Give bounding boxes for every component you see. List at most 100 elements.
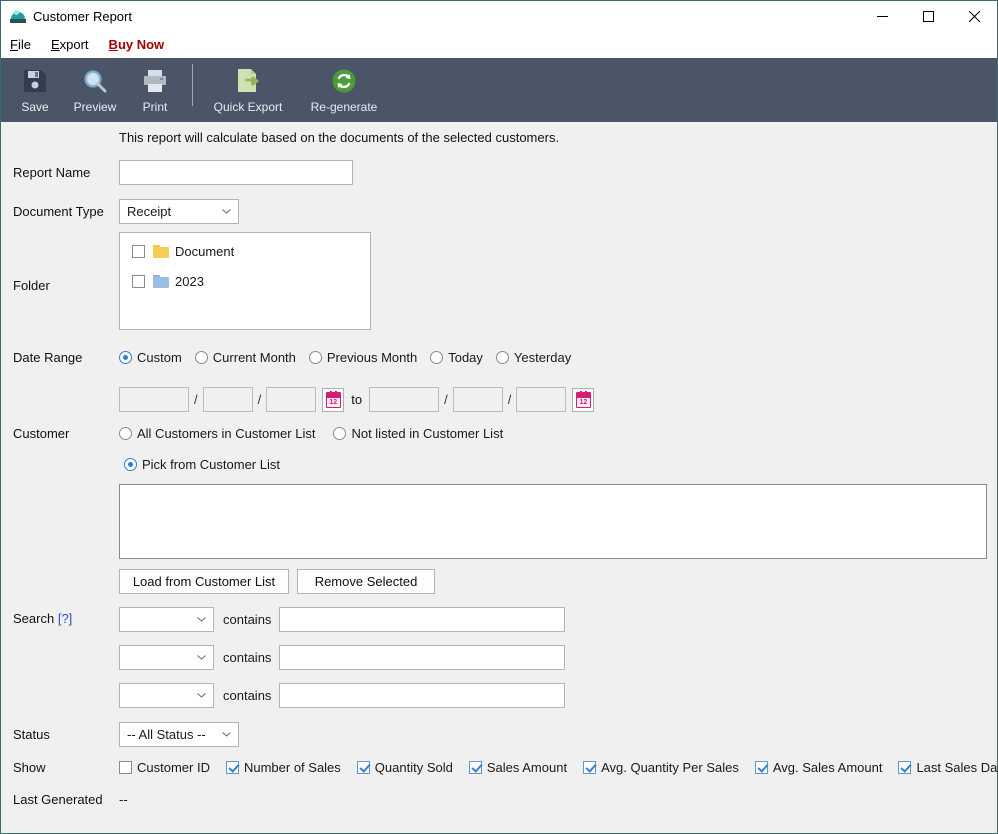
date-range-option-label: Today — [448, 350, 483, 365]
checkbox-icon — [119, 761, 132, 774]
chevron-down-icon — [222, 731, 231, 737]
customer-list-box[interactable] — [119, 484, 987, 559]
date-separator: / — [257, 392, 262, 407]
calendar-icon: 12 — [575, 390, 591, 408]
date-separator: / — [194, 392, 198, 407]
toolbar-save-label: Save — [21, 100, 49, 114]
toolbar-quick-export-button[interactable]: Quick Export — [200, 58, 296, 122]
show-option-customer-id[interactable]: Customer ID — [119, 760, 210, 775]
radio-icon — [194, 351, 208, 364]
customer-option-pick[interactable]: Pick from Customer List — [124, 457, 280, 472]
customer-option-label: Pick from Customer List — [142, 457, 280, 472]
date-to-part2-input[interactable] — [452, 387, 503, 412]
folder-tree-item[interactable]: Document — [120, 239, 370, 263]
date-to-part1-input[interactable] — [369, 387, 440, 412]
folder-icon — [153, 244, 169, 258]
folder-tree-item[interactable]: 2023 — [120, 269, 370, 293]
date-to-part3-input[interactable] — [516, 387, 567, 412]
menu-item-export[interactable]: Export — [51, 35, 99, 54]
radio-icon — [430, 351, 444, 364]
toolbar-preview-button[interactable]: Preview — [65, 58, 125, 122]
search-field-select[interactable] — [119, 645, 214, 670]
search-row: contains — [119, 683, 997, 708]
status-select[interactable]: -- All Status -- — [119, 722, 239, 747]
toolbar-preview-label: Preview — [73, 100, 117, 114]
show-option-avg-sales-amount[interactable]: Avg. Sales Amount — [754, 760, 882, 775]
search-value-input[interactable] — [279, 683, 566, 708]
menu-bar: File Export Buy Now — [1, 32, 997, 58]
show-option-last-sales-date[interactable]: Last Sales Date — [898, 760, 998, 775]
folder-item-label: 2023 — [175, 273, 204, 289]
show-option-sales-amount[interactable]: Sales Amount — [468, 760, 567, 775]
show-option-label: Number of Sales — [243, 760, 341, 775]
date-range-option-today[interactable]: Today — [430, 350, 483, 365]
close-button[interactable] — [951, 1, 997, 32]
report-form: This report will calculate based on the … — [1, 122, 998, 833]
date-from-part3-input[interactable] — [266, 387, 317, 412]
search-operator-label: contains — [223, 612, 272, 627]
toolbar-save-button[interactable]: Save — [5, 58, 65, 122]
folder-checkbox[interactable] — [132, 274, 145, 288]
show-option-quantity-sold[interactable]: Quantity Sold — [356, 760, 453, 775]
checkbox-icon — [583, 761, 597, 774]
search-label-text: Search — [13, 611, 55, 626]
checkbox-icon — [356, 761, 370, 774]
date-range-option-previous-month[interactable]: Previous Month — [308, 350, 418, 365]
calendar-day: 12 — [579, 398, 588, 406]
report-name-input[interactable] — [119, 160, 353, 185]
show-option-number-of-sales[interactable]: Number of Sales — [225, 760, 341, 775]
printer-icon — [138, 64, 172, 98]
window-controls — [859, 1, 997, 32]
load-from-customer-list-button[interactable]: Load from Customer List — [119, 569, 289, 594]
radio-icon — [119, 427, 132, 440]
search-value-input[interactable] — [279, 607, 566, 632]
chevron-down-icon — [197, 616, 206, 622]
customer-option-not-listed[interactable]: Not listed in Customer List — [333, 426, 503, 441]
maximize-button[interactable] — [905, 1, 951, 32]
document-type-select[interactable]: Receipt — [119, 199, 239, 224]
date-separator: / — [507, 392, 512, 407]
magnifier-icon — [78, 64, 112, 98]
folder-item-label: Document — [175, 243, 235, 259]
date-range-option-label: Previous Month — [326, 350, 418, 365]
chevron-down-icon — [197, 654, 206, 660]
remove-selected-button[interactable]: Remove Selected — [297, 569, 435, 594]
folder-checkbox[interactable] — [132, 244, 145, 258]
toolbar-regenerate-label: Re-generate — [310, 100, 378, 114]
toolbar: Save Preview Print Quick Export Re-gener… — [1, 58, 997, 122]
search-field-select[interactable] — [119, 683, 214, 708]
date-from-part2-input[interactable] — [202, 387, 253, 412]
date-to-calendar-button[interactable]: 12 — [572, 387, 595, 412]
toolbar-regenerate-button[interactable]: Re-generate — [296, 58, 392, 122]
menu-item-buy-now[interactable]: Buy Now — [109, 35, 175, 54]
search-value-input[interactable] — [279, 645, 566, 670]
date-range-option-yesterday[interactable]: Yesterday — [495, 350, 571, 365]
radio-icon — [124, 458, 137, 471]
menu-item-file[interactable]: File — [10, 35, 41, 54]
show-option-avg-quantity-per-sales[interactable]: Avg. Quantity Per Sales — [583, 760, 739, 775]
date-from-calendar-button[interactable]: 12 — [322, 387, 345, 412]
date-range-label: Date Range — [13, 350, 83, 365]
calendar-day: 12 — [329, 398, 338, 406]
date-range-option-custom[interactable]: Custom — [119, 350, 182, 365]
minimize-button[interactable] — [859, 1, 905, 32]
date-from-part1-input[interactable] — [119, 387, 189, 412]
refresh-icon — [327, 64, 361, 98]
date-range-option-label: Current Month — [212, 350, 296, 365]
search-help-link[interactable]: [?] — [58, 611, 72, 626]
customer-option-all[interactable]: All Customers in Customer List — [119, 426, 315, 441]
show-option-label: Last Sales Date — [916, 760, 998, 775]
chevron-down-icon — [197, 692, 206, 698]
toolbar-print-button[interactable]: Print — [125, 58, 185, 122]
radio-icon — [308, 351, 322, 364]
radio-icon — [333, 427, 347, 440]
radio-icon — [495, 351, 509, 364]
calendar-icon: 12 — [325, 390, 341, 408]
application-window: Customer Report File Export Buy Now Save… — [0, 0, 998, 834]
floppy-disk-icon — [18, 64, 52, 98]
date-range-option-current-month[interactable]: Current Month — [194, 350, 296, 365]
search-label: Search [?] — [1, 607, 119, 626]
folder-tree[interactable]: Document 2023 — [119, 232, 371, 330]
chevron-down-icon — [222, 208, 231, 214]
search-field-select[interactable] — [119, 607, 214, 632]
